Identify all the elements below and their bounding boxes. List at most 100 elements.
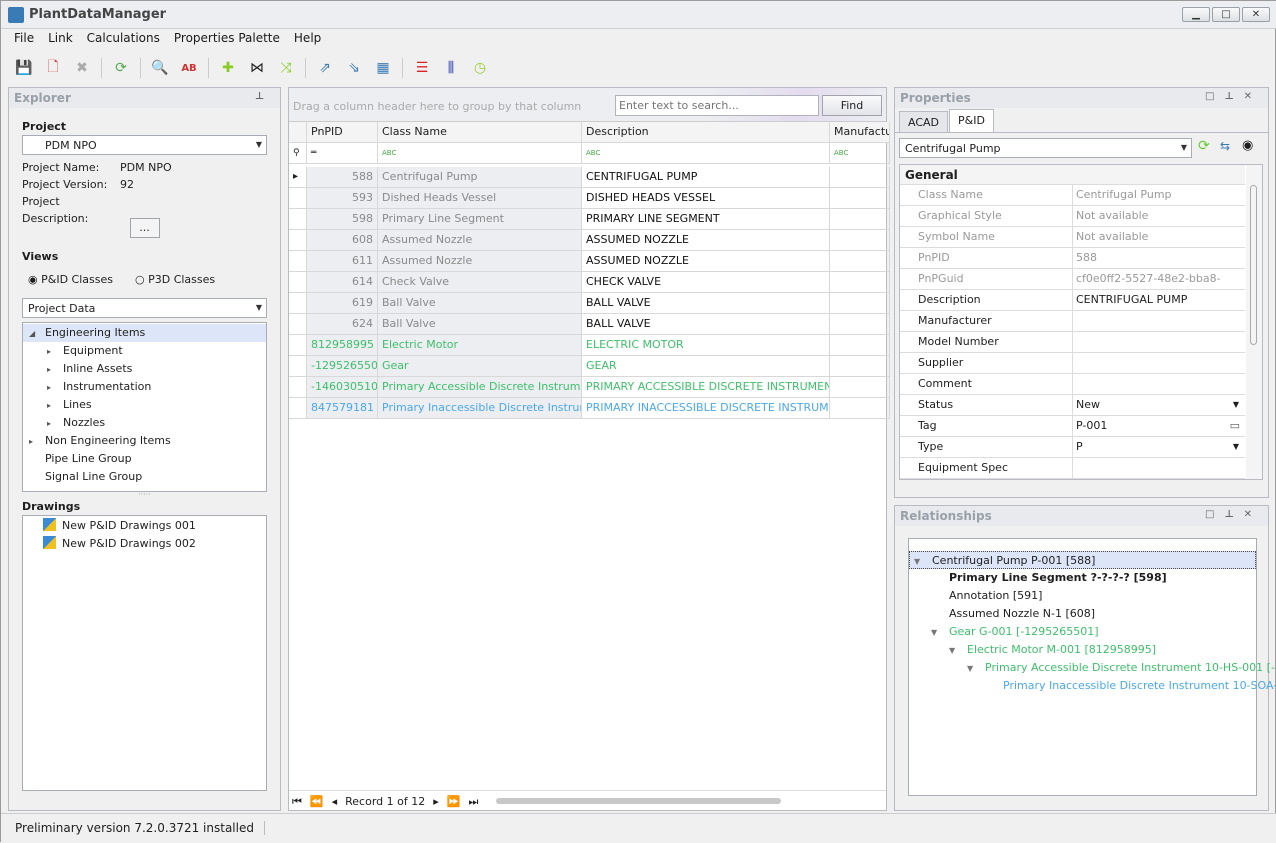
cell-description[interactable]: PRIMARY LINE SEGMENT [582, 209, 830, 230]
cell-description[interactable]: DISHED HEADS VESSEL [582, 188, 830, 209]
cell-pnpid[interactable]: 847579181 [307, 398, 378, 419]
split-button[interactable]: ⤨ [273, 57, 299, 79]
export-button[interactable]: ⇗ [312, 57, 338, 79]
cell-class-name[interactable]: Centrifugal Pump [378, 167, 582, 188]
property-row[interactable]: Symbol Name Not available [900, 227, 1245, 248]
relationship-item[interactable]: Primary Inaccessible Discrete Instrument… [909, 677, 1276, 695]
cell-pnpid[interactable]: 614 [307, 272, 378, 293]
cell-manufacturer[interactable] [830, 167, 890, 188]
current-row-indicator[interactable]: ▸ [289, 167, 307, 188]
prev-record-icon[interactable]: ◂ [332, 795, 338, 808]
collapse-icon[interactable]: ▼ [949, 642, 967, 660]
cell-description[interactable]: PRIMARY ACCESSIBLE DISCRETE INSTRUMENT [582, 377, 830, 398]
cell-manufacturer[interactable] [830, 293, 890, 314]
cell-pnpid[interactable]: 608 [307, 230, 378, 251]
column-header-1[interactable]: Class Name [378, 122, 582, 143]
menu-file[interactable]: File [7, 29, 41, 49]
cell-pnpid[interactable]: 598 [307, 209, 378, 230]
property-row[interactable]: Model Number [900, 332, 1245, 353]
radio-pid-classes[interactable]: ◉ P&ID Classes [28, 273, 113, 286]
column-header-3[interactable]: Manufactur [830, 122, 890, 143]
cell-pnpid[interactable]: 619 [307, 293, 378, 314]
property-value[interactable]: Centrifugal Pump [1073, 185, 1245, 205]
row-colors-button[interactable]: ☰ [409, 57, 435, 79]
tree-item[interactable]: ▸ Equipment [23, 342, 266, 360]
property-row[interactable]: Comment [900, 374, 1245, 395]
property-value[interactable]: Not available [1073, 206, 1245, 226]
cell-class-name[interactable]: Primary Line Segment [378, 209, 582, 230]
cell-manufacturer[interactable] [830, 272, 890, 293]
views-combo[interactable]: Project Data [22, 298, 267, 318]
row-indicator[interactable] [289, 251, 307, 272]
cell-manufacturer[interactable] [830, 377, 890, 398]
property-value[interactable] [1073, 311, 1245, 331]
property-value[interactable] [1073, 332, 1245, 352]
cell-pnpid[interactable]: -1295265501 [307, 356, 378, 377]
property-row[interactable]: Weight [900, 479, 1245, 480]
panel-controls[interactable]: □⊥✕ [1205, 91, 1262, 102]
columns-button[interactable]: ⫼ [438, 57, 464, 79]
relationship-item[interactable]: ▼ Gear G-001 [-1295265501] [909, 623, 1256, 641]
category-general[interactable]: General [900, 165, 1245, 185]
cell-manufacturer[interactable] [830, 398, 890, 419]
radio-p3d-classes[interactable]: ○ P3D Classes [135, 273, 215, 286]
menu-help[interactable]: Help [287, 29, 328, 49]
property-value[interactable]: New ▼ [1073, 395, 1245, 415]
relationship-item[interactable]: ▼ Primary Accessible Discrete Instrument … [909, 659, 1276, 677]
class-combo[interactable]: Centrifugal Pump [899, 138, 1192, 158]
last-record-icon[interactable]: ⏭ [468, 795, 478, 808]
row-indicator[interactable] [289, 377, 307, 398]
close-document-button[interactable]: 🗋 [40, 57, 66, 79]
property-row[interactable]: Description CENTRIFUGAL PUMP [900, 290, 1245, 311]
edit-tag-icon[interactable]: ▭ [1230, 416, 1240, 436]
relationship-item[interactable]: Annotation [591] [909, 587, 1256, 605]
property-row[interactable]: Equipment Spec [900, 458, 1245, 479]
cell-description[interactable]: BALL VALVE [582, 293, 830, 314]
expand-icon[interactable]: ▸ [47, 379, 63, 397]
cell-manufacturer[interactable] [830, 314, 890, 335]
sync-icon[interactable]: ⇆ [1220, 139, 1230, 153]
tree-item[interactable]: Signal Line Group [23, 468, 266, 486]
minimize-button[interactable]: ▁ [1182, 7, 1210, 22]
cell-description[interactable]: ASSUMED NOZZLE [582, 251, 830, 272]
tree-item[interactable]: ▸ Non Engineering Items [23, 432, 266, 450]
collapse-icon[interactable]: ◢ [29, 325, 45, 343]
cell-description[interactable]: BALL VALVE [582, 314, 830, 335]
property-row[interactable]: Graphical Style Not available [900, 206, 1245, 227]
cell-manufacturer[interactable] [830, 209, 890, 230]
delete-button[interactable]: ✖ [69, 57, 95, 79]
cell-class-name[interactable]: Electric Motor [378, 335, 582, 356]
cell-manufacturer[interactable] [830, 335, 890, 356]
cell-pnpid[interactable]: 588 [307, 167, 378, 188]
cell-pnpid[interactable]: 593 [307, 188, 378, 209]
property-row[interactable]: Manufacturer [900, 311, 1245, 332]
relationship-item[interactable]: Primary Line Segment ?-?-?-? [598] [909, 569, 1256, 587]
property-value[interactable]: P-001 ▭ [1073, 416, 1245, 436]
cell-description[interactable]: PRIMARY INACCESSIBLE DISCRETE INSTRUMENT [582, 398, 830, 419]
relationship-item[interactable]: ▼ Electric Motor M-001 [812958995] [909, 641, 1256, 659]
dropdown-arrow-icon[interactable]: ▼ [1233, 437, 1239, 457]
row-indicator[interactable] [289, 209, 307, 230]
find-button[interactable]: Find [822, 95, 882, 116]
property-row[interactable]: Supplier [900, 353, 1245, 374]
row-indicator[interactable] [289, 356, 307, 377]
property-value[interactable]: Not available [1073, 227, 1245, 247]
property-value[interactable]: cf0e0ff2-5527-48e2-bba8-fd21... [1073, 269, 1245, 305]
row-indicator[interactable] [289, 272, 307, 293]
tree-item[interactable]: Pipe Line Group [23, 450, 266, 468]
menu-properties-palette[interactable]: Properties Palette [167, 29, 287, 49]
cell-class-name[interactable]: Ball Valve [378, 293, 582, 314]
cell-class-name[interactable]: Assumed Nozzle [378, 230, 582, 251]
history-button[interactable]: ◷ [467, 57, 493, 79]
tree-item[interactable]: ◢ Engineering Items [23, 324, 266, 342]
collapse-icon[interactable]: ▼ [914, 553, 932, 571]
row-indicator[interactable] [289, 230, 307, 251]
dropdown-arrow-icon[interactable]: ▼ [1233, 395, 1239, 415]
cell-pnpid[interactable]: 611 [307, 251, 378, 272]
cell-class-name[interactable]: Primary Accessible Discrete Instrument [378, 377, 582, 398]
menu-calculations[interactable]: Calculations [80, 29, 167, 49]
refresh-button[interactable]: ⟳ [108, 57, 134, 79]
panel-controls[interactable]: □⊥✕ [1205, 509, 1262, 520]
tree-item[interactable]: ▸ Lines [23, 396, 266, 414]
cell-class-name[interactable]: Check Valve [378, 272, 582, 293]
